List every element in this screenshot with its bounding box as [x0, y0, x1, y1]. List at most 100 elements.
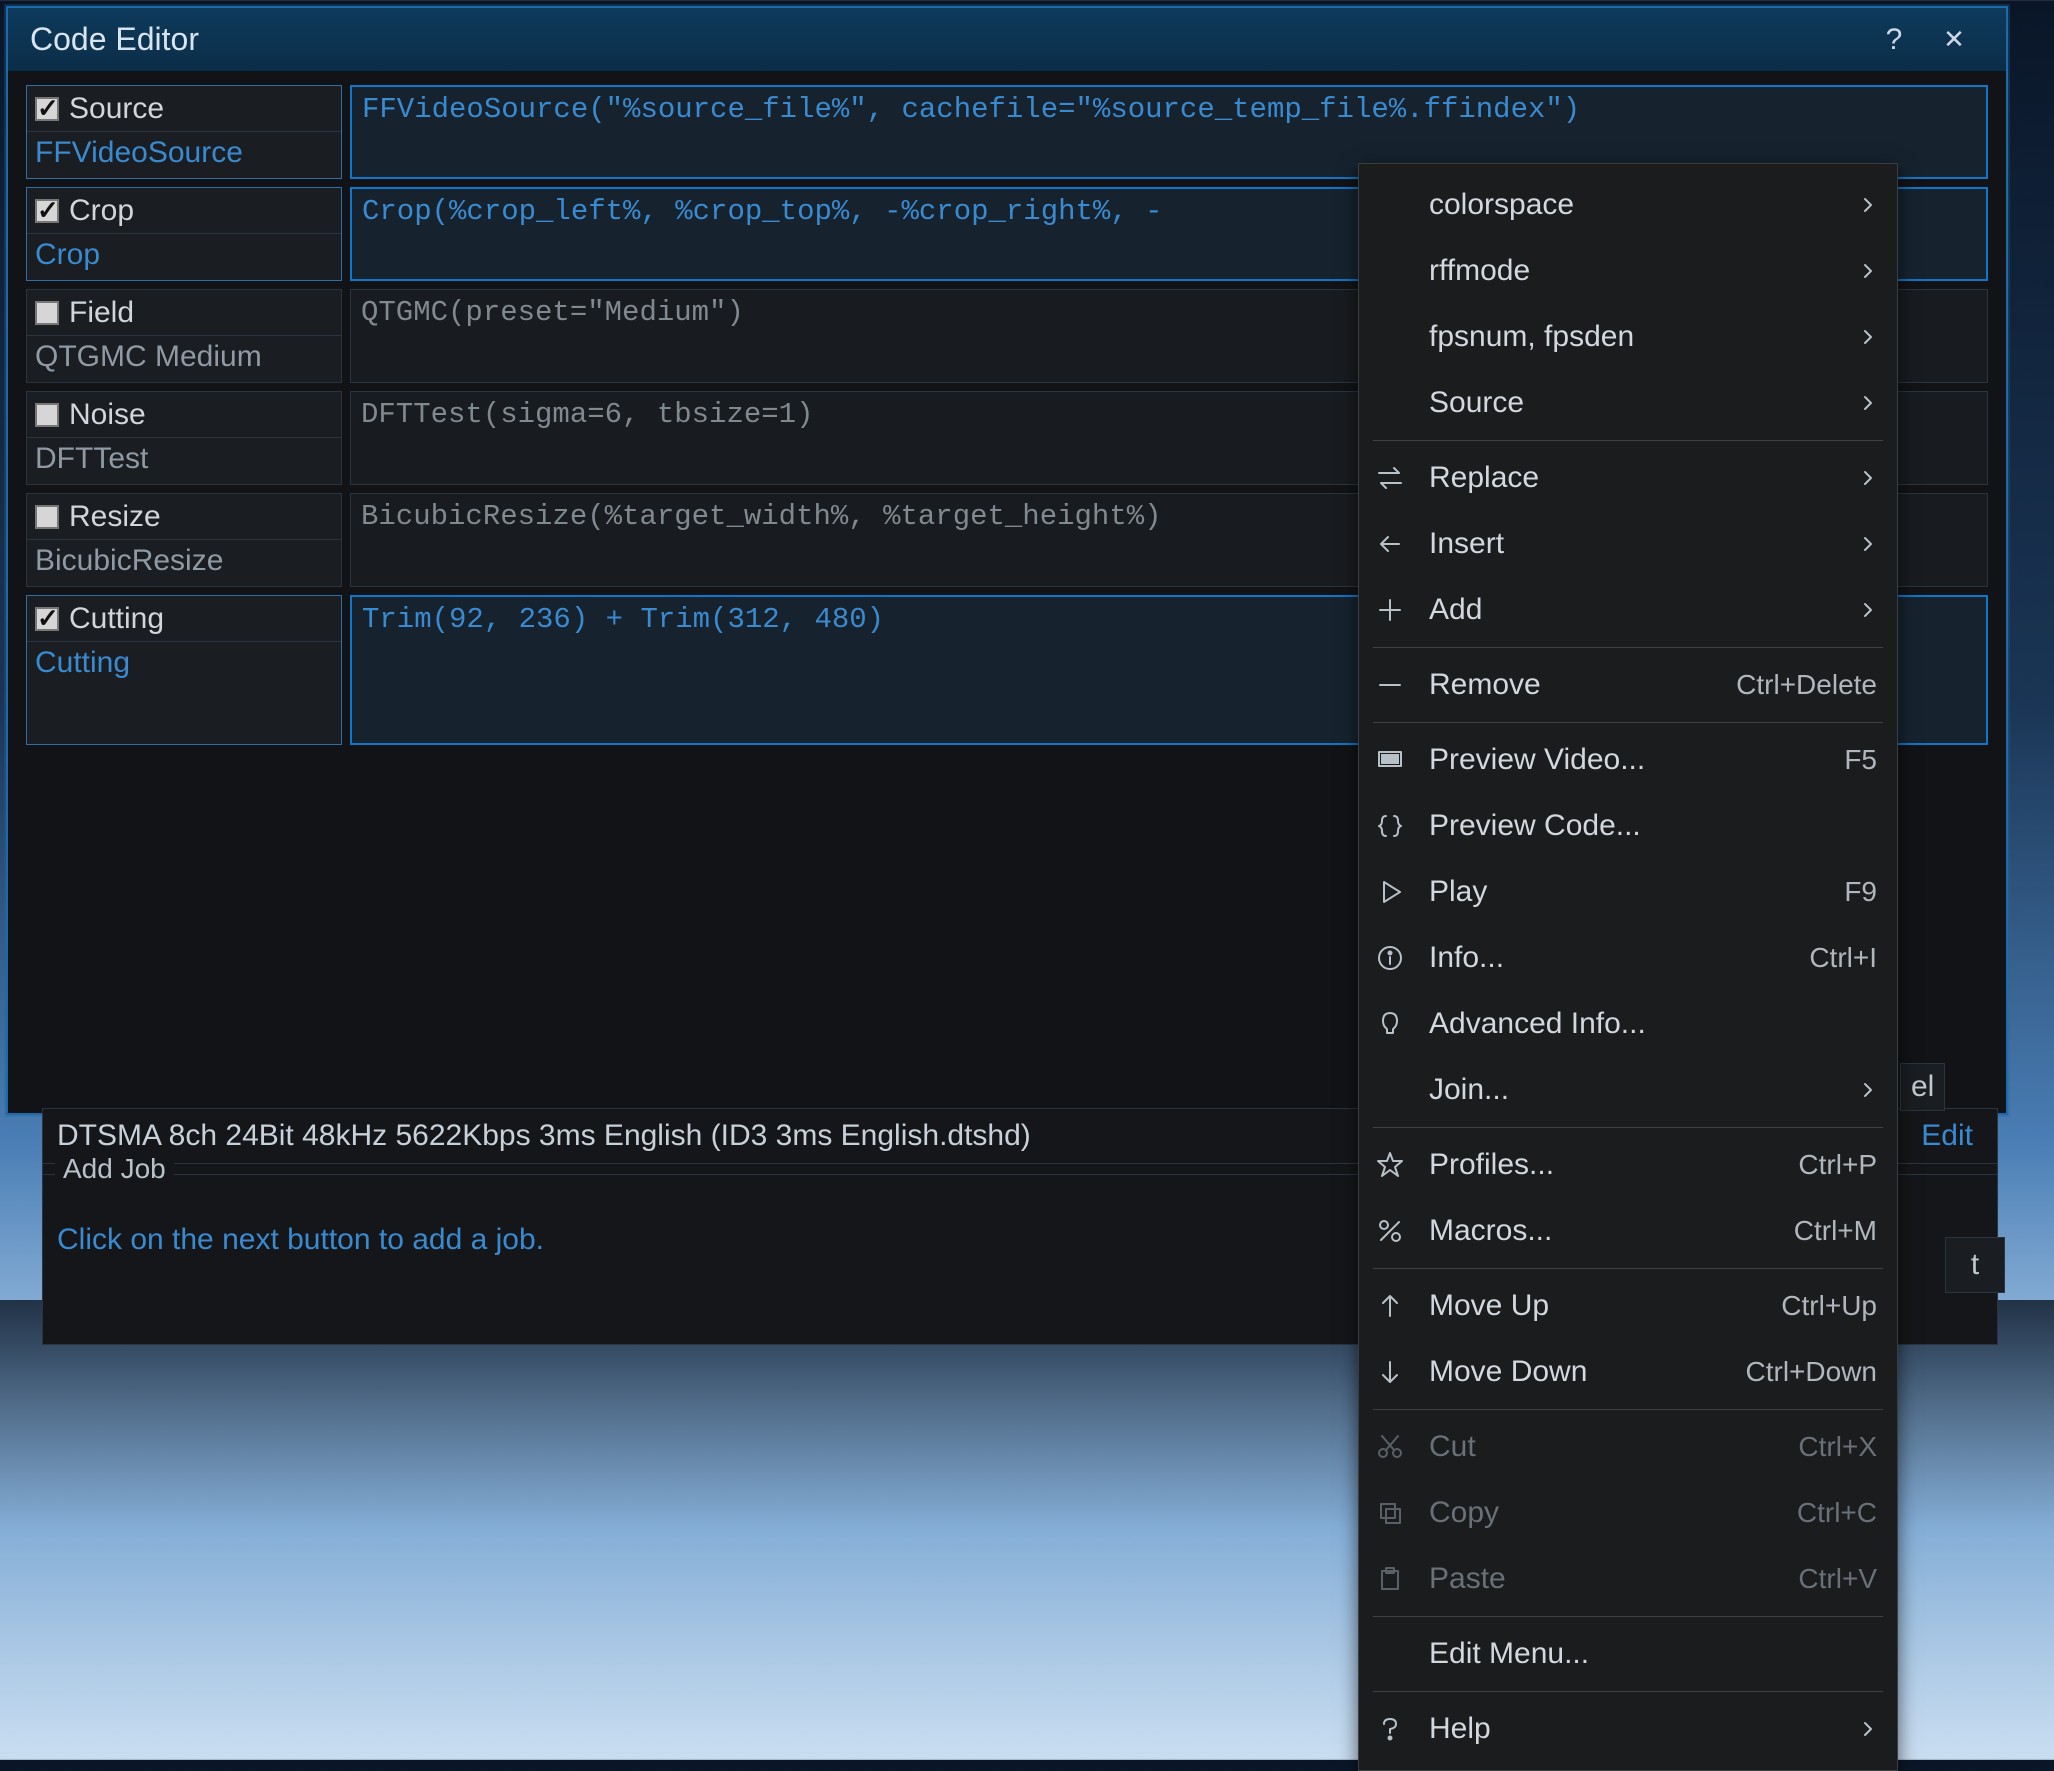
audio-track-label: DTSMA 8ch 24Bit 48kHz 5622Kbps 3ms Engli…	[57, 1119, 1031, 1153]
filter-name-label: Noise	[69, 398, 146, 432]
menu-separator	[1373, 1127, 1883, 1128]
menu-item-label: Advanced Info...	[1429, 1007, 1877, 1041]
menu-item-label: Join...	[1429, 1073, 1841, 1107]
menu-item-label: Macros...	[1429, 1214, 1776, 1248]
menu-separator	[1373, 722, 1883, 723]
filter-sub-label[interactable]: FFVideoSource	[27, 132, 341, 178]
menu-item-move-down[interactable]: Move Down Ctrl+Down	[1359, 1339, 1897, 1405]
filter-sub-label[interactable]: BicubicResize	[27, 540, 341, 586]
menu-item-label: Move Down	[1429, 1355, 1728, 1389]
menu-item-shortcut: F5	[1844, 744, 1877, 776]
menu-item-label: Add	[1429, 593, 1841, 627]
menu-item-label: rffmode	[1429, 254, 1841, 288]
menu-item-label: Replace	[1429, 461, 1841, 495]
edit-link[interactable]: Edit	[1921, 1119, 1983, 1153]
menu-item-profiles[interactable]: Profiles... Ctrl+P	[1359, 1132, 1897, 1198]
menu-item-macros[interactable]: Macros...Ctrl+M	[1359, 1198, 1897, 1264]
filter-sub-label[interactable]: QTGMC Medium	[27, 336, 341, 382]
menu-item-insert[interactable]: Insert	[1359, 511, 1897, 577]
chevron-right-icon	[1859, 394, 1877, 412]
filter-name-label: Resize	[69, 500, 161, 534]
menu-item-label: colorspace	[1429, 188, 1841, 222]
menu-item-remove[interactable]: Remove Ctrl+Delete	[1359, 652, 1897, 718]
menu-item-shortcut: F9	[1844, 876, 1877, 908]
menu-item-cut: CutCtrl+X	[1359, 1414, 1897, 1480]
button-fragment-el[interactable]: el	[1900, 1063, 1945, 1111]
menu-item-shortcut: Ctrl+C	[1797, 1497, 1877, 1529]
filter-name-label: Source	[69, 92, 164, 126]
menu-item-label: Edit Menu...	[1429, 1637, 1877, 1671]
filter-left-panel: Noise DFTTest	[26, 391, 342, 485]
menu-item-label: Insert	[1429, 527, 1841, 561]
filter-checkbox[interactable]	[35, 607, 59, 631]
menu-item-label: Paste	[1429, 1562, 1780, 1596]
chevron-right-icon	[1859, 196, 1877, 214]
menu-item-edit-menu[interactable]: Edit Menu...	[1359, 1621, 1897, 1687]
filter-sub-label[interactable]: DFTTest	[27, 438, 341, 484]
menu-item-label: Remove	[1429, 668, 1718, 702]
menu-item-preview-code[interactable]: Preview Code...	[1359, 793, 1897, 859]
menu-item-shortcut: Ctrl+P	[1798, 1149, 1877, 1181]
menu-item-advanced-info[interactable]: Advanced Info...	[1359, 991, 1897, 1057]
menu-item-copy: Copy Ctrl+C	[1359, 1480, 1897, 1546]
filter-checkbox[interactable]	[35, 97, 59, 121]
help-button[interactable]: ?	[1864, 23, 1924, 57]
chevron-right-icon	[1859, 601, 1877, 619]
chevron-right-icon	[1859, 535, 1877, 553]
menu-item-join[interactable]: Join...	[1359, 1057, 1897, 1123]
minus-icon	[1369, 669, 1411, 701]
filter-checkbox-row: Noise	[27, 392, 341, 438]
paste-icon	[1369, 1563, 1411, 1595]
menu-item-info[interactable]: Info... Ctrl+I	[1359, 925, 1897, 991]
filter-sub-label[interactable]: Cutting	[27, 642, 341, 688]
menu-item-label: Copy	[1429, 1496, 1779, 1530]
monitor-icon	[1369, 744, 1411, 776]
filter-left-panel: CuttingCutting	[26, 595, 342, 745]
menu-item-play[interactable]: PlayF9	[1359, 859, 1897, 925]
info-icon	[1369, 942, 1411, 974]
filter-sub-label[interactable]: Crop	[27, 234, 341, 280]
filter-left-panel: Source FFVideoSource	[26, 85, 342, 179]
chevron-right-icon	[1859, 1081, 1877, 1099]
arrow-left-icon	[1369, 528, 1411, 560]
menu-separator	[1373, 1691, 1883, 1692]
filter-code-text: FFVideoSource("%source_file%", cachefile…	[362, 93, 1976, 126]
menu-item-help[interactable]: Help	[1359, 1696, 1897, 1762]
menu-item-colorspace[interactable]: colorspace	[1359, 172, 1897, 238]
menu-item-label: Help	[1429, 1712, 1841, 1746]
menu-item-source[interactable]: Source	[1359, 370, 1897, 436]
menu-item-paste: PasteCtrl+V	[1359, 1546, 1897, 1612]
chevron-right-icon	[1859, 262, 1877, 280]
menu-item-label: Profiles...	[1429, 1148, 1780, 1182]
menu-item-rffmode[interactable]: rffmode	[1359, 238, 1897, 304]
filter-checkbox-row: Crop	[27, 188, 341, 234]
menu-item-add[interactable]: Add	[1359, 577, 1897, 643]
bulb-icon	[1369, 1008, 1411, 1040]
menu-item-shortcut: Ctrl+I	[1809, 942, 1877, 974]
menu-item-preview-video[interactable]: Preview Video...F5	[1359, 727, 1897, 793]
chevron-right-icon	[1859, 469, 1877, 487]
filter-name-label: Field	[69, 296, 134, 330]
side-button-fragment[interactable]: t	[1945, 1237, 2005, 1293]
close-button[interactable]: ✕	[1924, 24, 1984, 55]
menu-item-shortcut: Ctrl+Delete	[1736, 669, 1877, 701]
copy-icon	[1369, 1497, 1411, 1529]
filter-left-panel: Crop Crop	[26, 187, 342, 281]
menu-separator	[1373, 1616, 1883, 1617]
star-icon	[1369, 1149, 1411, 1181]
menu-item-label: Info...	[1429, 941, 1791, 975]
filter-name-label: Crop	[69, 194, 134, 228]
menu-item-move-up[interactable]: Move Up Ctrl+Up	[1359, 1273, 1897, 1339]
filter-checkbox[interactable]	[35, 301, 59, 325]
filter-checkbox[interactable]	[35, 199, 59, 223]
menu-item-fpsnum-fpsden[interactable]: fpsnum, fpsden	[1359, 304, 1897, 370]
filter-checkbox[interactable]	[35, 403, 59, 427]
menu-item-replace[interactable]: Replace	[1359, 445, 1897, 511]
filter-checkbox-row: Field	[27, 290, 341, 336]
menu-item-shortcut: Ctrl+Down	[1746, 1356, 1877, 1388]
filter-checkbox[interactable]	[35, 505, 59, 529]
menu-item-label: Move Up	[1429, 1289, 1763, 1323]
menu-item-shortcut: Ctrl+Up	[1781, 1290, 1877, 1322]
help-icon	[1369, 1713, 1411, 1745]
chevron-right-icon	[1859, 328, 1877, 346]
